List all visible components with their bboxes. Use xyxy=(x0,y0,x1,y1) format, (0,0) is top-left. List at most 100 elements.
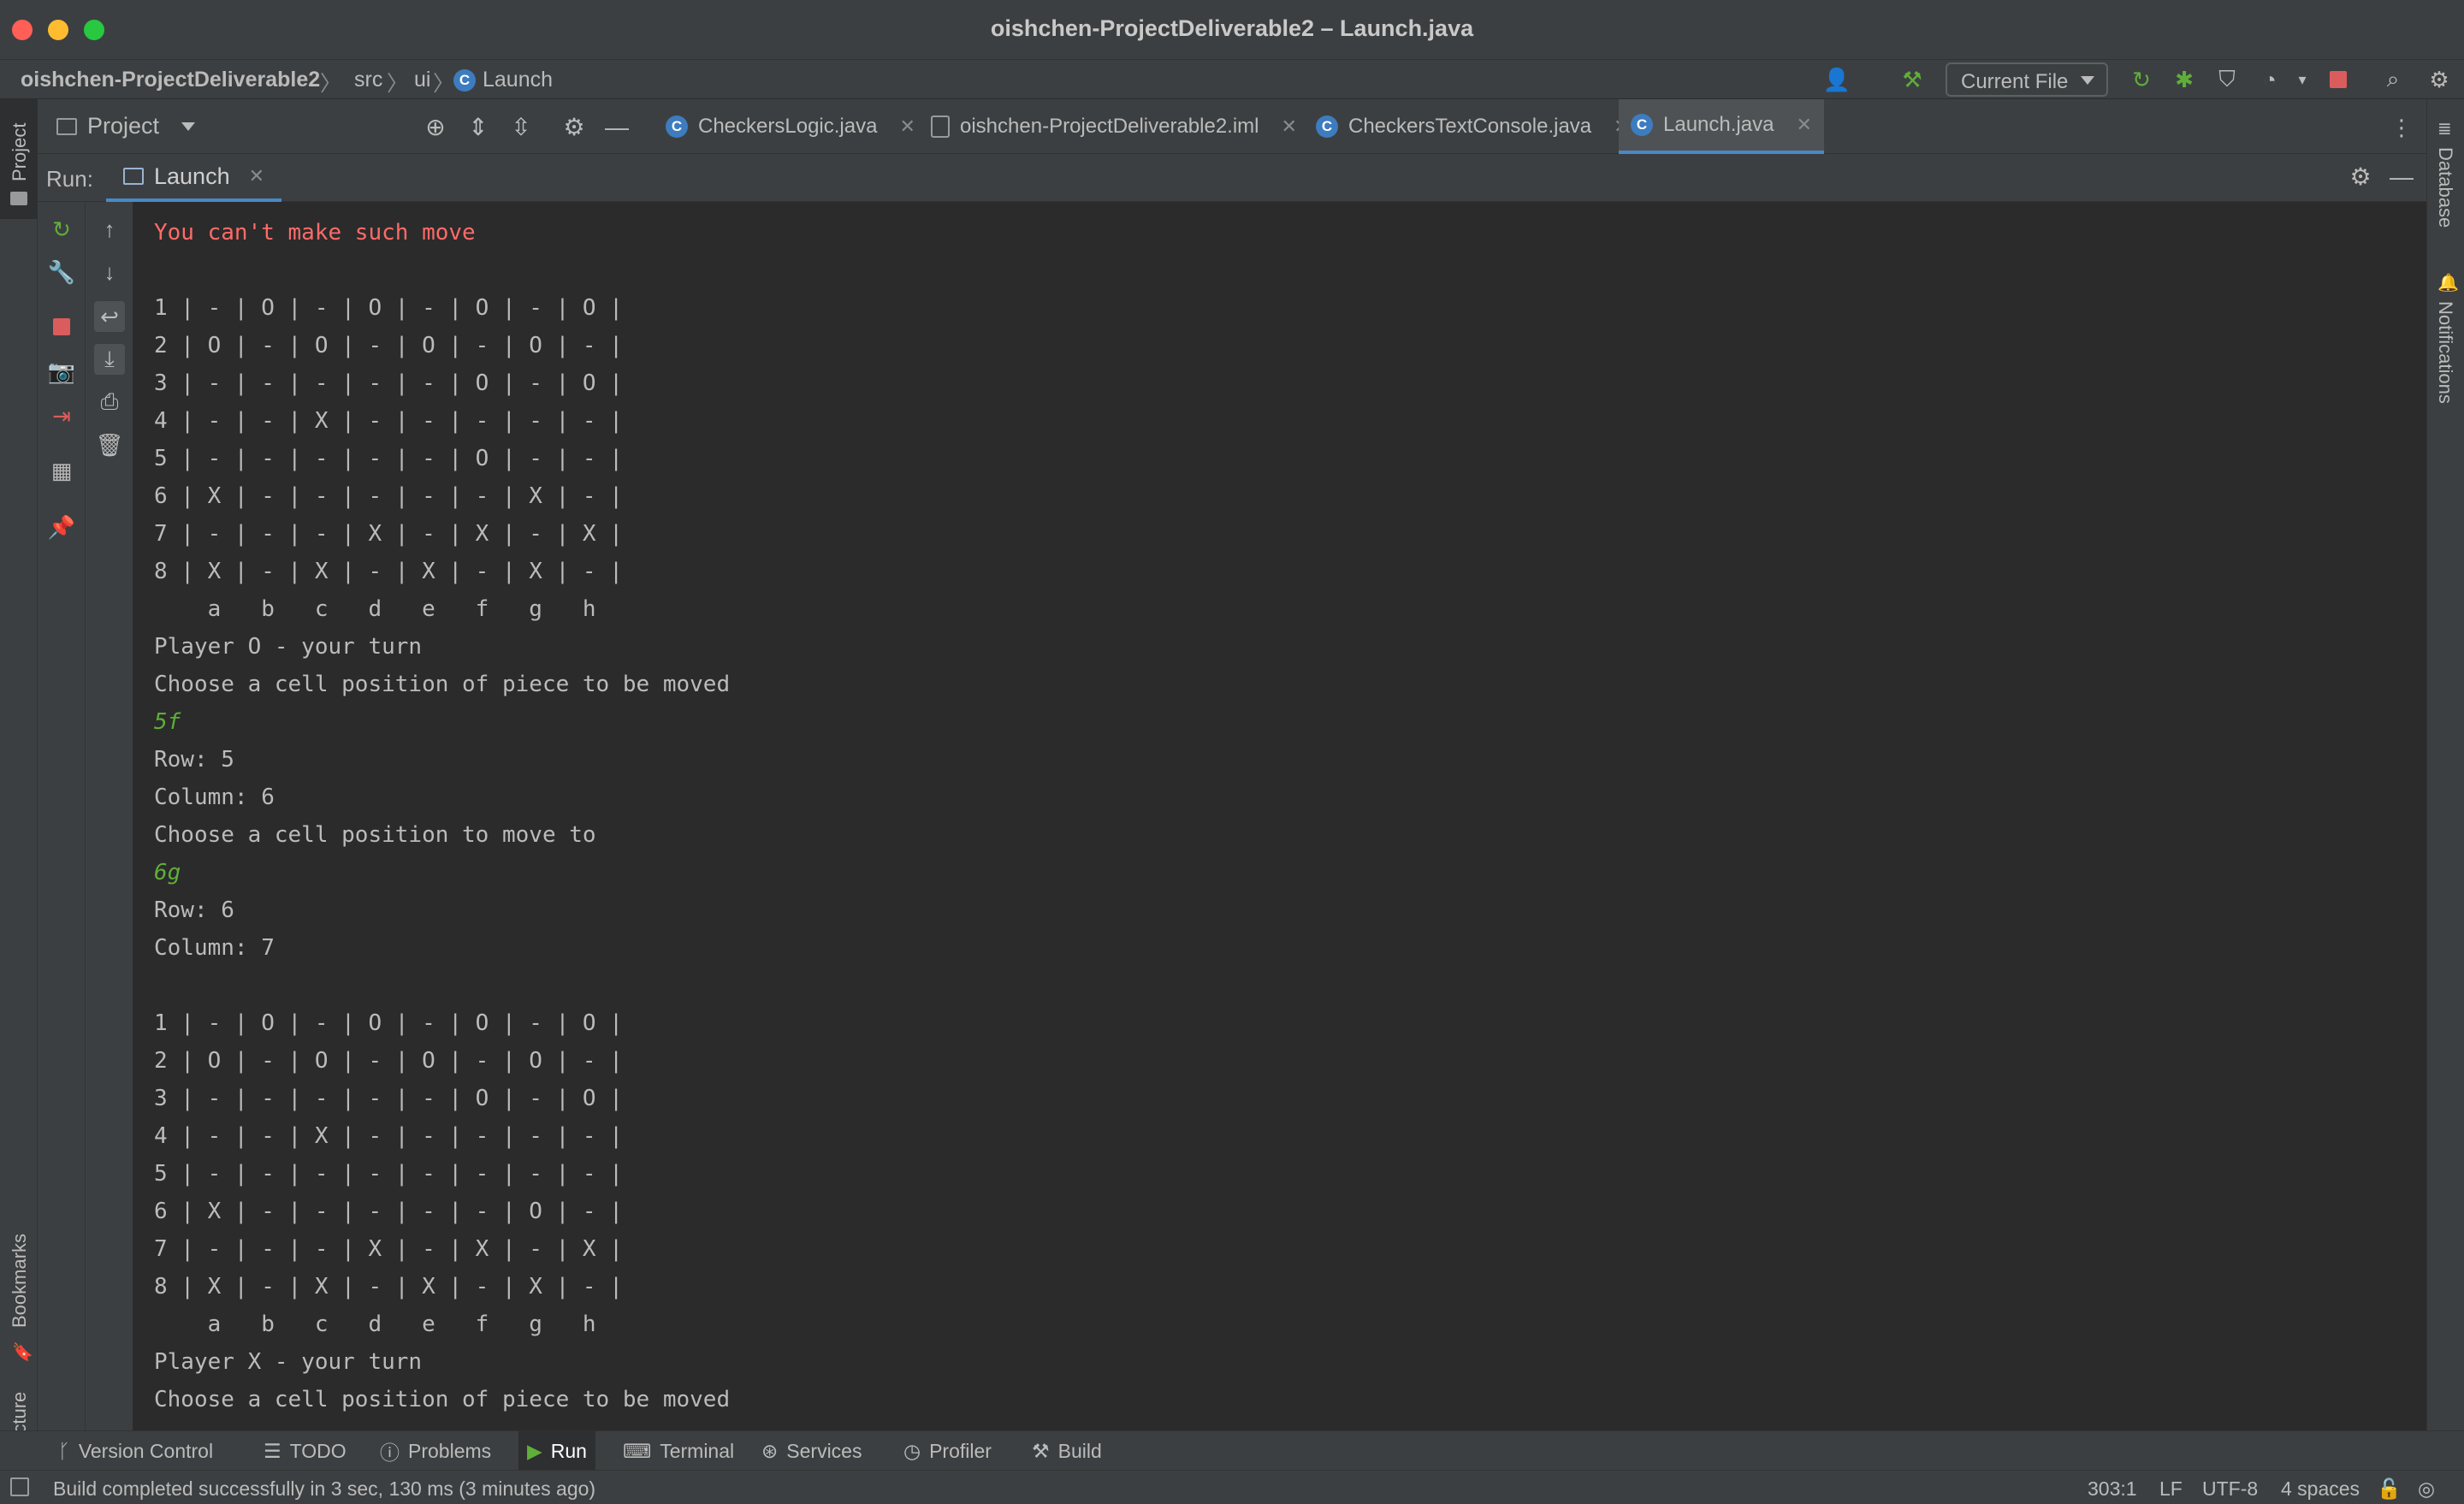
console-line: 1 | - | O | - | O | - | O | - | O | xyxy=(154,1010,623,1036)
status-message[interactable]: Build completed successfully in 3 sec, 1… xyxy=(53,1477,595,1501)
locate-file-icon[interactable]: ⊕ xyxy=(421,113,450,142)
version-control-tool-button[interactable]: ᚴ Version Control xyxy=(50,1431,222,1471)
database-icon: ≣ xyxy=(2437,120,2452,139)
run-tab-launch[interactable]: Launch ✕ xyxy=(106,154,282,202)
tab-module-iml[interactable]: oishchen-ProjectDeliverable2.iml ✕ xyxy=(919,99,1309,154)
arrow-down-icon[interactable]: ↓ xyxy=(94,257,125,287)
breadcrumb-separator: 〉 xyxy=(433,72,455,96)
notifications-tool-tab[interactable]: 🔔 Notifications xyxy=(2427,270,2464,493)
camera-dump-icon[interactable]: 📷 xyxy=(46,356,77,387)
scroll-to-end-icon[interactable]: ⤓ xyxy=(94,344,125,375)
tab-label: oishchen-ProjectDeliverable2.iml xyxy=(960,115,1259,138)
tool-button-label: TODO xyxy=(289,1439,346,1462)
more-tabs-icon[interactable]: ⋮ xyxy=(2387,113,2416,142)
expand-all-icon[interactable]: ⇕ xyxy=(464,113,493,142)
search-icon[interactable]: ⌕ xyxy=(2378,65,2408,94)
hide-panel-icon[interactable]: — xyxy=(602,113,631,142)
folder-icon xyxy=(10,192,27,205)
services-icon: ⊛ xyxy=(761,1439,779,1462)
console-line: 8 | X | - | X | - | X | - | X | - | xyxy=(154,559,623,584)
layout-icon[interactable]: ▦ xyxy=(46,455,77,486)
print-icon[interactable]: ⎙ xyxy=(94,387,125,417)
tool-button-label: Version Control xyxy=(78,1439,214,1462)
coverage-icon[interactable]: ⛉ xyxy=(2212,65,2242,94)
project-tool-tab[interactable]: Project xyxy=(0,99,38,219)
profile-icon[interactable]: ◔ xyxy=(2255,65,2284,94)
breadcrumb-project[interactable]: oishchen-ProjectDeliverable2 xyxy=(21,68,320,92)
memory-indicator-icon[interactable]: ◎ xyxy=(2418,1477,2435,1501)
console-line: Row: 6 xyxy=(154,897,234,923)
build-tool-button[interactable]: ⚒ Build xyxy=(1023,1431,1111,1471)
breadcrumb-file[interactable]: C Launch xyxy=(453,68,553,92)
close-tab-icon[interactable]: ✕ xyxy=(899,115,915,138)
stop-icon[interactable] xyxy=(2324,65,2353,94)
hide-run-panel-icon[interactable]: — xyxy=(2387,163,2416,192)
file-encoding[interactable]: UTF-8 xyxy=(2202,1477,2258,1501)
pin-tab-icon[interactable]: 📌 xyxy=(46,512,77,542)
console-line: 7 | - | - | - | X | - | X | - | X | xyxy=(154,521,623,547)
tab-label: CheckersLogic.java xyxy=(698,115,878,138)
stop-icon[interactable] xyxy=(46,311,77,342)
rerun-icon[interactable]: ↻ xyxy=(46,214,77,245)
terminal-tool-button[interactable]: ⌨ Terminal xyxy=(614,1431,743,1471)
tab-checkers-text-console[interactable]: C CheckersTextConsole.java ✕ xyxy=(1304,99,1642,154)
run-toolbar-secondary: ↑ ↓ ↩ ⤓ ⎙ 🗑 xyxy=(86,202,133,1430)
rerun-icon[interactable]: ↻ xyxy=(2127,65,2156,94)
breadcrumb-ui[interactable]: ui xyxy=(414,68,430,92)
class-icon: C xyxy=(1316,115,1338,138)
more-run-options-icon[interactable]: ▾ xyxy=(2288,65,2317,94)
indent-setting[interactable]: 4 spaces xyxy=(2281,1477,2360,1501)
class-icon: C xyxy=(1631,114,1653,136)
play-icon: ▶ xyxy=(527,1439,542,1462)
line-separator[interactable]: LF xyxy=(2159,1477,2183,1501)
breadcrumb-file-label: Launch xyxy=(483,68,554,92)
project-view-dropdown[interactable]: Project xyxy=(56,113,196,139)
hammer-icon: ⚒ xyxy=(1032,1439,1050,1462)
tab-checkers-logic[interactable]: C CheckersLogic.java ✕ xyxy=(654,99,927,154)
console-line: 2 | O | - | O | - | O | - | O | - | xyxy=(154,1048,623,1074)
debug-icon[interactable]: ✱ xyxy=(2170,65,2199,94)
window-title: oishchen-ProjectDeliverable2 – Launch.ja… xyxy=(990,15,1474,41)
console-line: 5f xyxy=(154,709,181,735)
exit-icon[interactable]: ⇥ xyxy=(46,400,77,431)
caret-position[interactable]: 303:1 xyxy=(2088,1477,2137,1501)
options-gear-icon[interactable]: ⚙ xyxy=(560,113,589,142)
run-settings-gear-icon[interactable]: ⚙ xyxy=(2346,163,2375,192)
user-account-icon[interactable]: 👤 xyxy=(1822,65,1851,94)
console-lines: You can't make such move 1 | - | O | - | … xyxy=(154,214,730,1418)
todo-tool-button[interactable]: ☰ TODO xyxy=(255,1431,355,1471)
build-hammer-icon[interactable]: ⚒ xyxy=(1898,65,1927,94)
problems-tool-button[interactable]: ⓘ Problems xyxy=(371,1431,500,1471)
structure-tool-tab[interactable]: Structure xyxy=(0,1297,38,1468)
console-line: Column: 7 xyxy=(154,935,275,961)
toggle-tool-windows-icon[interactable] xyxy=(10,1477,29,1496)
profiler-tool-button[interactable]: ◷ Profiler xyxy=(895,1431,1000,1471)
close-tab-icon[interactable]: ✕ xyxy=(1282,115,1297,138)
console-line: 4 | - | - | X | - | - | - | - | - | xyxy=(154,1123,623,1149)
close-tab-icon[interactable]: ✕ xyxy=(249,165,264,187)
modify-run-config-wrench-icon[interactable]: 🔧 xyxy=(46,257,77,287)
console-line: a b c d e f g h xyxy=(154,596,596,622)
run-toolbar-primary: ↻ 🔧 📷 ⇥ ▦ 📌 xyxy=(38,202,86,1430)
lock-icon[interactable]: 🔓 xyxy=(2377,1477,2402,1501)
console-output[interactable]: You can't make such move 1 | - | O | - | … xyxy=(133,202,2426,1430)
close-tab-icon[interactable]: ✕ xyxy=(1796,114,1811,136)
trash-icon[interactable]: 🗑 xyxy=(94,429,125,460)
breadcrumb-src[interactable]: src xyxy=(354,68,382,92)
console-line: 6 | X | - | - | - | - | - | X | - | xyxy=(154,483,623,509)
run-tool-button[interactable]: ▶ Run xyxy=(518,1431,595,1471)
collapse-all-icon[interactable]: ⇳ xyxy=(506,113,536,142)
run-configuration-dropdown[interactable]: Current File xyxy=(1946,62,2108,97)
tab-label: CheckersTextConsole.java xyxy=(1348,115,1592,138)
console-icon xyxy=(123,168,144,185)
project-view-label: Project xyxy=(87,113,160,139)
console-line: 8 | X | - | X | - | X | - | X | - | xyxy=(154,1274,623,1300)
title-bar: oishchen-ProjectDeliverable2 – Launch.ja… xyxy=(0,0,2464,60)
arrow-up-icon[interactable]: ↑ xyxy=(94,214,125,245)
tab-launch[interactable]: C Launch.java ✕ xyxy=(1619,99,1824,154)
settings-gear-icon[interactable]: ⚙ xyxy=(2425,65,2454,94)
services-tool-button[interactable]: ⊛ Services xyxy=(753,1431,870,1471)
soft-wrap-icon[interactable]: ↩ xyxy=(94,301,125,332)
status-bar: Build completed successfully in 3 sec, 1… xyxy=(0,1470,2464,1504)
